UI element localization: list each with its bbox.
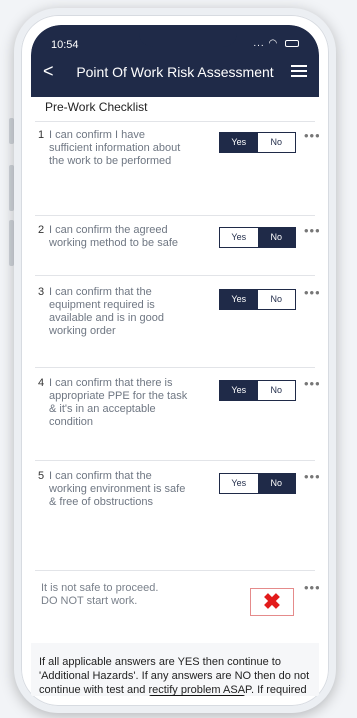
status-time: 10:54 (51, 39, 79, 51)
divider (35, 275, 315, 276)
yes-no-toggle: Yes No (219, 132, 296, 153)
screen: 10:54 ... ◠ < Point Of Work Risk Assessm… (31, 25, 319, 696)
no-button[interactable]: No (257, 290, 295, 309)
item-question: I can confirm I have sufficient informat… (49, 129, 181, 167)
more-icon[interactable]: ••• (304, 223, 319, 238)
status-bar: 10:54 ... ◠ (51, 38, 299, 53)
back-icon[interactable]: < (43, 61, 54, 82)
more-icon[interactable]: ••• (304, 376, 319, 391)
yes-button[interactable]: Yes (220, 290, 258, 309)
more-icon[interactable]: ••• (304, 469, 319, 484)
item-number: 5 (38, 470, 45, 482)
item-number: 3 (38, 286, 45, 298)
page-title: Point Of Work Risk Assessment (76, 64, 274, 80)
item-question: I can confirm that the equipment require… (49, 286, 164, 337)
home-indicator[interactable] (149, 695, 245, 696)
divider (35, 460, 315, 461)
battery-icon (285, 39, 299, 47)
no-button[interactable]: No (257, 228, 295, 247)
item-number: 2 (38, 224, 45, 236)
no-button[interactable]: No (257, 133, 295, 152)
yes-button[interactable]: Yes (220, 381, 258, 400)
item-question: I can confirm the agreed working method … (49, 224, 179, 249)
yes-button[interactable]: Yes (220, 228, 258, 247)
yes-button[interactable]: Yes (220, 474, 258, 493)
yes-no-toggle: Yes No (219, 380, 296, 401)
no-button[interactable]: No (257, 381, 295, 400)
yes-no-toggle: Yes No (219, 289, 296, 310)
divider (35, 121, 315, 122)
item-number: 4 (38, 377, 45, 389)
item-number: 1 (38, 129, 45, 141)
section-title: Pre-Work Checklist (45, 100, 148, 114)
unsafe-status-box[interactable]: ✖ (250, 588, 294, 616)
status-icons: ... ◠ (253, 38, 299, 49)
yes-no-toggle: Yes No (219, 227, 296, 248)
guidance-text: If all applicable answers are YES then c… (39, 656, 310, 696)
wifi-icon: ◠ (268, 38, 279, 49)
item-question: I can confirm that there is appropriate … (49, 377, 188, 428)
nav-bar: < Point Of Work Risk Assessment (31, 61, 319, 88)
yes-button[interactable]: Yes (220, 133, 258, 152)
phone-frame: 10:54 ... ◠ < Point Of Work Risk Assessm… (14, 8, 336, 713)
more-icon[interactable]: ••• (304, 580, 319, 595)
yes-no-toggle: Yes No (219, 473, 296, 494)
guidance-footer: If all applicable answers are YES then c… (31, 643, 319, 696)
warning-text: It is not safe to proceed. DO NOT start … (41, 582, 159, 607)
menu-icon[interactable] (291, 65, 307, 80)
more-icon[interactable]: ••• (304, 128, 319, 143)
status-dots: ... (253, 38, 265, 49)
divider (35, 367, 315, 368)
no-button[interactable]: No (257, 474, 295, 493)
item-question: I can confirm that the working environme… (49, 470, 186, 508)
app-header: 10:54 ... ◠ < Point Of Work Risk Assessm… (31, 25, 319, 97)
divider (35, 570, 315, 571)
divider (35, 215, 315, 216)
red-x-icon: ✖ (262, 589, 282, 614)
more-icon[interactable]: ••• (304, 285, 319, 300)
